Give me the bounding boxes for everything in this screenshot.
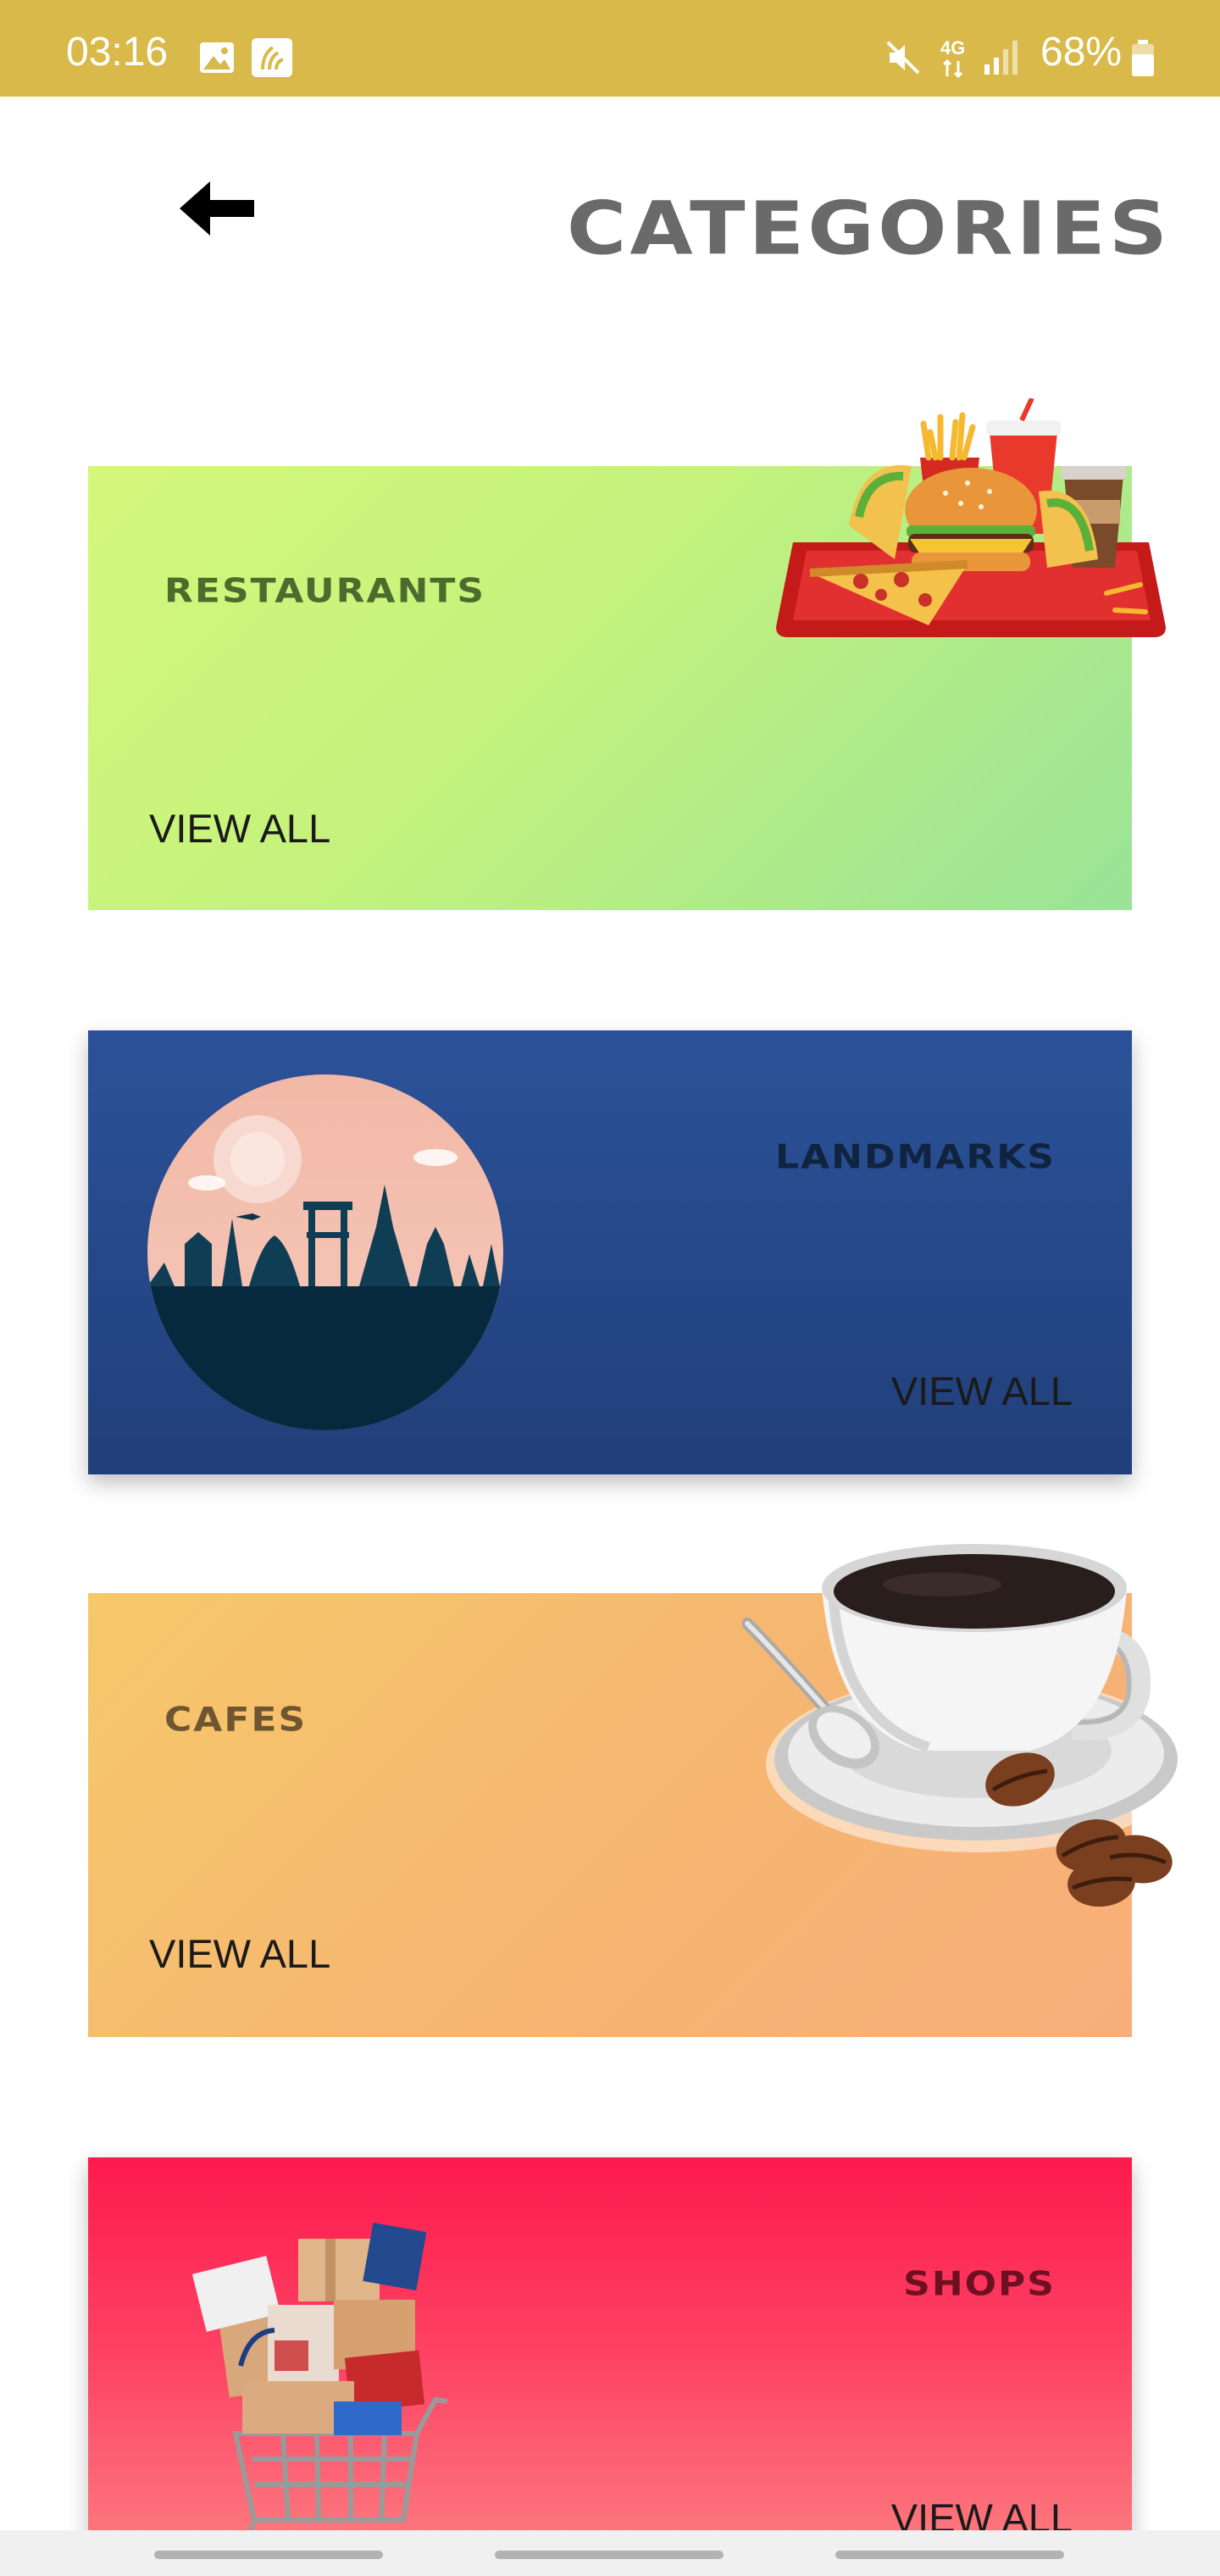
image-icon [200, 42, 234, 73]
status-time: 03:16 [66, 30, 169, 75]
system-nav-bar [0, 2530, 1220, 2576]
app-notification-icon [252, 38, 292, 77]
battery-percent: 68% [1040, 30, 1123, 75]
view-all-landmarks[interactable]: VIEW ALL [891, 1371, 1073, 1411]
nav-home-handle[interactable] [495, 2551, 724, 2559]
network-arrows-icon [942, 59, 963, 78]
category-title-landmarks: LANDMARKS [775, 1137, 1056, 1177]
mute-icon [886, 41, 920, 75]
category-title-restaurants: RESTAURANTS [164, 571, 486, 611]
shopping-cart-illustration [191, 2222, 448, 2574]
nav-recent-apps-handle[interactable] [154, 2551, 383, 2559]
category-title-cafes: CAFES [164, 1700, 308, 1740]
network-4g-icon: 4G [940, 37, 966, 58]
coffee-cup-illustration [742, 1544, 1183, 1907]
category-card-landmarks[interactable]: LANDMARKS VIEW ALL [88, 1030, 1132, 1474]
nav-back-handle[interactable] [835, 2551, 1064, 2559]
status-bar: 03:16 4G 68% [0, 0, 1220, 97]
city-skyline-illustration [147, 1074, 503, 1430]
battery-icon [1132, 40, 1154, 76]
fast-food-illustration [776, 398, 1166, 637]
back-arrow-icon[interactable] [173, 175, 258, 242]
view-all-cafes[interactable]: VIEW ALL [149, 1934, 330, 1974]
page-title: CATEGORIES [566, 186, 1171, 272]
signal-icon [984, 41, 1018, 75]
category-title-shops: SHOPS [903, 2264, 1056, 2304]
category-card-shops[interactable]: SHOPS VIEW ALL [88, 2157, 1132, 2576]
view-all-restaurants[interactable]: VIEW ALL [149, 808, 330, 848]
